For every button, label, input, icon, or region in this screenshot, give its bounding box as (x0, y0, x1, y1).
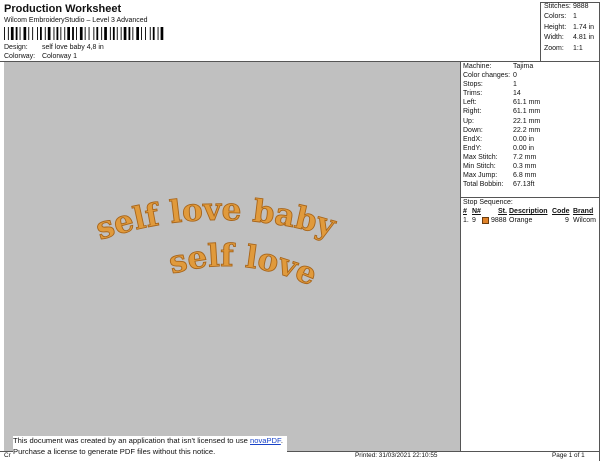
machine-info-label: Max Jump: (463, 172, 498, 180)
stop-sequence-title: Stop Sequence: (463, 199, 513, 206)
machine-info-value: 22.2 mm (513, 126, 541, 134)
row-needle: 9 (472, 217, 476, 224)
machine-info-row: Trims: 14 (461, 89, 599, 98)
machine-info-value: 0.00 in (513, 135, 535, 143)
machine-info-row: Min Stitch: 0.3 mm (461, 162, 599, 171)
machine-info-value: 14 (513, 90, 521, 98)
col-description: Description (509, 208, 548, 215)
machine-info-row: Total Bobbin: 67.13ft (461, 180, 599, 189)
machine-info-value: 6.8 mm (513, 172, 537, 180)
machine-info-label: Trims: (463, 90, 483, 98)
machine-info-label: Stops: (463, 81, 483, 89)
machine-info-row: Max Jump: 6.8 mm (461, 171, 599, 180)
stat-height: Height: 1.74 in (544, 23, 595, 31)
machine-info-value: 61.1 mm (513, 99, 541, 107)
colorway-label: Colorway: (4, 53, 36, 60)
barcode-image (4, 27, 164, 40)
colorway-row: Colorway: Colorway 1 (4, 53, 77, 60)
machine-info-value: 22.1 mm (513, 117, 541, 125)
machine-info-row: Right: 61.1 mm (461, 107, 599, 116)
machine-info-label: Max Stitch: (463, 153, 498, 161)
row-index: 1. (463, 217, 469, 224)
stat-width: Width: 4.81 in (544, 34, 595, 42)
page-title: Production Worksheet (4, 3, 122, 15)
design-row: Design: self love baby 4,8 in (4, 44, 104, 51)
machine-info-label: Down: (463, 126, 483, 134)
info-divider (461, 197, 600, 198)
row-description: Orange (509, 217, 533, 224)
col-index: # (463, 208, 467, 215)
machine-info-value: 0.3 mm (513, 163, 537, 171)
notice-line-1: This document was created by an applicat… (13, 436, 283, 445)
notice-line-2: Purchase a license to generate PDF files… (13, 446, 216, 456)
col-code: Code (552, 208, 570, 215)
machine-info-label: Min Stitch: (463, 163, 496, 171)
row-code: 9 (565, 217, 569, 224)
design-value: self love baby 4,8 in (41, 44, 104, 51)
printed-timestamp: Printed: 31/03/2021 22:10:55 (355, 452, 438, 459)
machine-info-row: Down: 22.2 mm (461, 126, 599, 135)
machine-info-label: Machine: (463, 63, 492, 70)
machine-info-row: Color changes: 0 (461, 71, 599, 80)
machine-info-value: 61.1 mm (513, 108, 541, 116)
machine-info-value: 67.13ft (513, 181, 535, 189)
thread-color-swatch (482, 217, 489, 224)
stats-box: Stitches: 9888 Colors: 1 Height: 1.74 in Wi… (541, 2, 599, 54)
machine-info-label: Color changes: (463, 72, 511, 80)
stat-zoom: Zoom: 1:1 (544, 44, 583, 52)
machine-info-value: 7.2 mm (513, 153, 537, 161)
license-notice: This document was created by an applicat… (13, 436, 287, 457)
machine-info-row: Max Stitch: 7.2 mm (461, 153, 599, 162)
stat-colors: Colors: 1 (544, 13, 577, 21)
stop-sequence-table: # N# St. Description Code Brand 1. 9 988… (461, 208, 599, 228)
novapdf-link[interactable]: novaPDF (250, 436, 281, 445)
machine-info-panel: Machine: Tajima Color changes: 0 Stops: 1 Trim… (461, 62, 599, 189)
machine-info-label: EndX: (463, 135, 483, 143)
footer-left: Cr (4, 452, 11, 459)
colorway-value: Colorway 1 (41, 53, 77, 60)
machine-info-value: 0.00 in (513, 144, 535, 152)
stat-stitches: Stitches: 9888 (544, 3, 589, 10)
design-line-2: self love (165, 238, 322, 293)
machine-info-value: 1 (513, 81, 517, 89)
machine-info-label: Left: (463, 99, 477, 107)
machine-info-value: Tajima (513, 63, 534, 70)
machine-info-label: Up: (463, 117, 474, 125)
row-stitches: 9888 (491, 217, 507, 224)
embroidery-design: self love baby self love (91, 191, 340, 294)
software-subtitle: Wilcom EmbroideryStudio – Level 3 Advanc… (4, 17, 148, 24)
col-stitches: St. (498, 208, 507, 215)
design-label: Design: (4, 44, 28, 51)
col-needle: N# (472, 208, 481, 215)
machine-info-row: Left: 61.1 mm (461, 98, 599, 107)
machine-info-value: 0 (513, 72, 517, 80)
page-number: Page 1 of 1 (552, 452, 585, 459)
machine-info-row: Stops: 1 (461, 80, 599, 89)
row-brand: Wilcom (573, 217, 596, 224)
design-preview-canvas: self love baby self love (4, 62, 460, 451)
machine-info-row: Up: 22.1 mm (461, 117, 599, 126)
machine-info-row: EndY: 0.00 in (461, 144, 599, 153)
machine-info-label: EndY: (463, 144, 482, 152)
col-brand: Brand (573, 208, 594, 215)
machine-info-row: Machine: Tajima (461, 62, 599, 71)
machine-info-label: Right: (463, 108, 482, 116)
machine-info-row: EndX: 0.00 in (461, 135, 599, 144)
machine-info-label: Total Bobbin: (463, 181, 504, 189)
